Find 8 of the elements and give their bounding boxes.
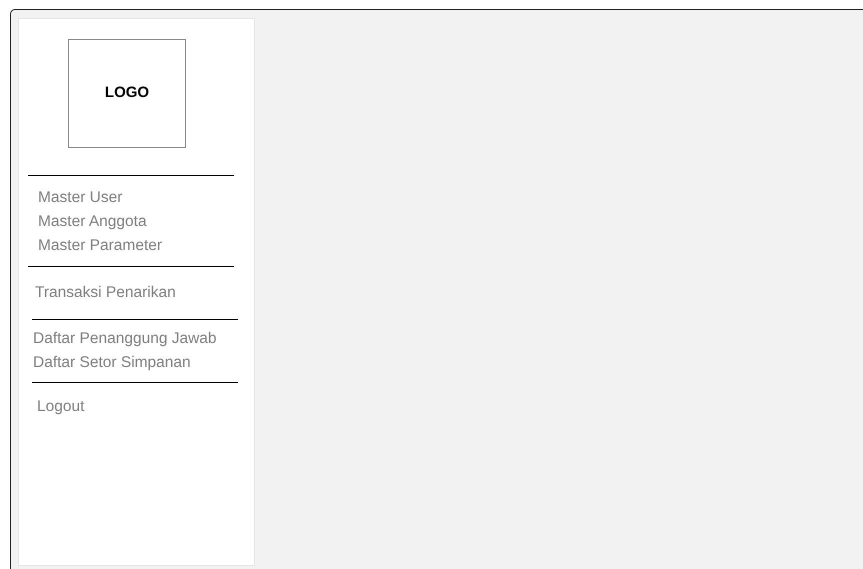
menu-link[interactable]: Master User [38,186,234,210]
menu-link[interactable]: Transaksi Penarikan [35,281,234,305]
menu-link[interactable]: Logout [37,395,238,419]
logo-text: LOGO [104,83,150,104]
menu-link[interactable]: Daftar Setor Simpanan [33,351,238,375]
menu-link[interactable]: Master Anggota [38,210,234,234]
menu-link[interactable]: Master Parameter [38,234,234,258]
menu-link[interactable]: Daftar Penanggung Jawab [33,327,238,351]
